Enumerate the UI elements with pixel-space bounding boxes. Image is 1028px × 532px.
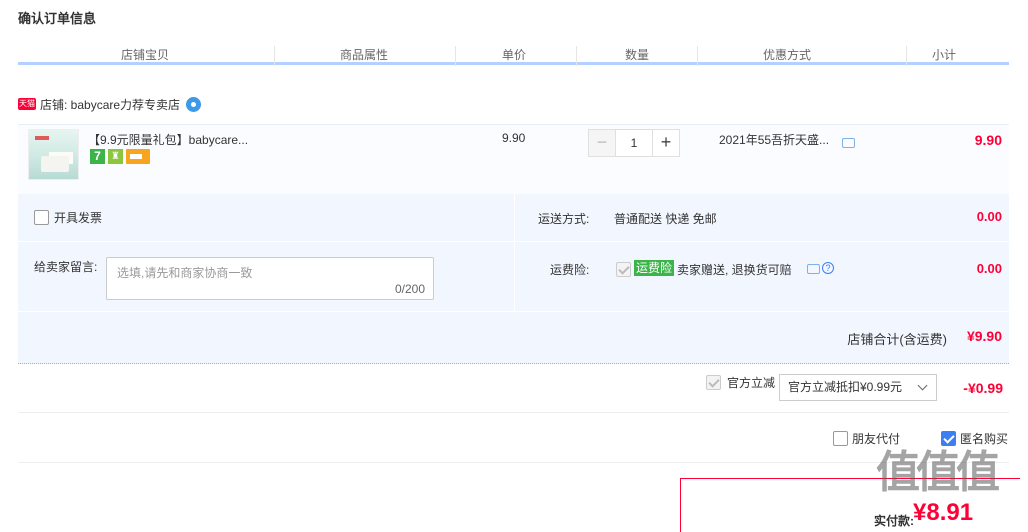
column-divider bbox=[697, 46, 698, 66]
shipping-label: 运送方式: bbox=[538, 212, 590, 226]
column-discount: 优惠方式 bbox=[763, 48, 812, 62]
shop-total-value: ¥9.90 bbox=[966, 328, 1002, 344]
column-subtotal: 小计 bbox=[932, 48, 957, 62]
shipping-price: 0.00 bbox=[976, 209, 1002, 224]
qty-increase-button[interactable]: + bbox=[652, 129, 680, 157]
divider bbox=[18, 311, 1009, 312]
insurance-tag: 运费险 bbox=[634, 260, 675, 276]
divider bbox=[18, 241, 1009, 242]
tmall-badge-icon: 天猫 bbox=[18, 98, 36, 110]
product-thumbnail[interactable] bbox=[28, 129, 79, 180]
anonymous-label: 匿名购买 bbox=[960, 432, 1009, 446]
divider bbox=[18, 462, 1009, 463]
friend-pay-label: 朋友代付 bbox=[852, 432, 901, 446]
column-divider bbox=[455, 46, 456, 66]
insurance-text: 卖家赠送, 退换货可赔 bbox=[677, 263, 792, 277]
page-title: 确认订单信息 bbox=[18, 11, 97, 26]
column-quantity: 数量 bbox=[625, 48, 650, 62]
shop-total-label: 店铺合计(含运费) bbox=[847, 332, 947, 347]
memo-char-count: 0/200 bbox=[394, 282, 425, 296]
credit-card-icon[interactable] bbox=[126, 149, 150, 164]
memo-label: 给卖家留言: bbox=[34, 260, 98, 274]
official-discount-selected: 官方立减抵扣¥0.99元 bbox=[788, 380, 903, 394]
wangwang-chat-icon[interactable] bbox=[186, 96, 202, 112]
discount-info-icon[interactable] bbox=[842, 138, 855, 148]
order-options: 开具发票 运送方式: 普通配送 快递 免邮 0.00 给卖家留言: 选填,请先和… bbox=[18, 194, 1009, 364]
column-attributes: 商品属性 bbox=[340, 48, 389, 62]
column-divider bbox=[274, 46, 275, 66]
invoice-option[interactable]: 开具发票 bbox=[34, 209, 102, 226]
guarantee-icon[interactable]: ♜ bbox=[108, 149, 123, 164]
shop-header: 天猫 店铺: babycare力荐专卖店 bbox=[18, 96, 202, 113]
chevron-down-icon bbox=[917, 380, 928, 391]
watermark-logo: 值值值 bbox=[876, 448, 1000, 497]
shop-name-link[interactable]: 店铺: babycare力荐专卖店 bbox=[40, 96, 180, 113]
payment-label: 实付款: bbox=[874, 514, 914, 528]
official-discount-option: 官方立减 bbox=[706, 374, 775, 391]
divider bbox=[514, 194, 515, 311]
qty-input[interactable]: 1 bbox=[616, 129, 652, 157]
service-icons: 7 ♜ bbox=[90, 149, 150, 164]
official-discount-select[interactable]: 官方立减抵扣¥0.99元 bbox=[779, 374, 937, 401]
column-divider bbox=[576, 46, 577, 66]
insurance-info-icon[interactable] bbox=[807, 264, 820, 274]
official-discount-amount: -¥0.99 bbox=[963, 380, 1003, 396]
seven-day-return-icon[interactable]: 7 bbox=[90, 149, 105, 164]
column-divider bbox=[906, 46, 907, 66]
shipping-method: 普通配送 快递 免邮 bbox=[614, 212, 717, 226]
invoice-label: 开具发票 bbox=[54, 211, 103, 225]
payment-amount: ¥8.91 bbox=[913, 499, 974, 526]
memo-textarea[interactable]: 选填,请先和商家协商一致 0/200 bbox=[106, 257, 434, 300]
friend-pay-checkbox[interactable] bbox=[833, 431, 848, 446]
insurance-label: 运费险: bbox=[550, 263, 590, 277]
unit-price: 9.90 bbox=[502, 131, 526, 145]
quantity-stepper: − 1 + bbox=[588, 129, 680, 157]
insurance-checkbox bbox=[616, 262, 631, 277]
official-discount-label: 官方立减 bbox=[727, 376, 776, 390]
item-subtotal: 9.90 bbox=[974, 132, 1002, 148]
anonymous-option[interactable]: 匿名购买 bbox=[941, 430, 1008, 447]
friend-pay-option[interactable]: 朋友代付 bbox=[833, 430, 900, 447]
divider bbox=[18, 412, 1009, 413]
discount-method: 2021年55吾折天盛... bbox=[719, 133, 830, 147]
insurance-price: 0.00 bbox=[976, 261, 1002, 276]
anonymous-checkbox[interactable] bbox=[941, 431, 956, 446]
item-row: 【9.9元限量礼包】babycare... 7 ♜ 9.90 − 1 + 202… bbox=[18, 124, 1009, 194]
memo-placeholder: 选填,请先和商家协商一致 bbox=[117, 266, 253, 280]
column-header: 店铺宝贝 商品属性 单价 数量 优惠方式 小计 bbox=[18, 45, 1009, 66]
official-discount-checkbox bbox=[706, 375, 721, 390]
qty-decrease-button[interactable]: − bbox=[588, 129, 616, 157]
column-shop-item: 店铺宝贝 bbox=[121, 48, 170, 62]
product-title-link[interactable]: 【9.9元限量礼包】babycare... bbox=[88, 131, 248, 148]
column-unit-price: 单价 bbox=[502, 48, 527, 62]
invoice-checkbox[interactable] bbox=[34, 210, 49, 225]
help-icon[interactable]: ? bbox=[822, 262, 834, 274]
